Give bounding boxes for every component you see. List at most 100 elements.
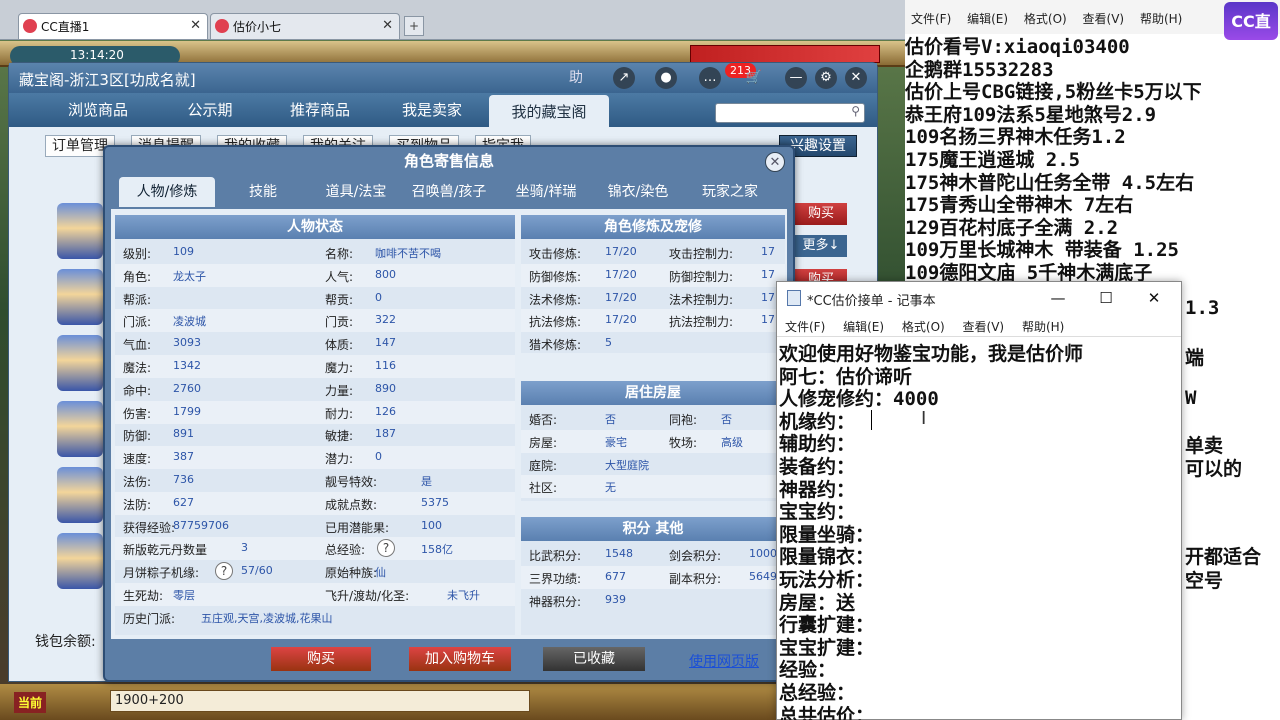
favorited-button[interactable]: 已收藏: [543, 647, 645, 671]
avatar[interactable]: [57, 203, 103, 259]
house-header: 居住房屋: [521, 381, 785, 405]
house-value: 高级: [721, 435, 743, 449]
dialog-body: 人物状态 级别: 109 名称: 咖啡不苦不喝 角色: 龙太子 人气: 800 帮派: 帮贡: 0 门…: [111, 209, 787, 639]
menu-view[interactable]: 查看(V): [963, 320, 1005, 334]
xiulian-label: 法术修炼:: [529, 292, 582, 307]
buy-button[interactable]: 购买: [795, 203, 847, 225]
menu-file[interactable]: 文件(F): [785, 320, 825, 334]
nav-public[interactable]: 公示期: [155, 93, 265, 127]
scores-row: 三界功绩: 677 副本积分: 5649: [521, 565, 785, 589]
menu-help[interactable]: 帮助(H): [1140, 12, 1182, 26]
menu-help[interactable]: 帮助(H): [1022, 320, 1064, 334]
stat-value: 187: [375, 427, 396, 441]
nav-seller[interactable]: 我是卖家: [377, 93, 487, 127]
stat-label: 已用潜能果:: [325, 520, 390, 535]
xiulian-value: 17/20: [605, 267, 637, 281]
stat-value: 未飞升: [447, 589, 480, 602]
avatar[interactable]: [57, 401, 103, 457]
gear-icon[interactable]: ⚙: [815, 67, 837, 89]
history-label: 历史门派:: [123, 611, 176, 626]
close-icon[interactable]: ✕: [190, 18, 201, 33]
stat-label: 法伤:: [123, 475, 152, 489]
overlay-text-line: 开都适合: [1185, 546, 1262, 568]
buy-button[interactable]: 购买: [271, 647, 371, 671]
stat-value: 零层: [173, 589, 195, 602]
tab-outfits[interactable]: 锦衣/染色: [595, 177, 681, 207]
stat-label: 级别:: [123, 247, 152, 261]
avatar[interactable]: [57, 269, 103, 325]
stat-value: 1799: [173, 404, 201, 418]
house-value: 豪宅: [605, 435, 627, 449]
history-value: 五庄观,天宫,凌波城,花果山: [201, 611, 333, 625]
record-icon[interactable]: ●: [655, 67, 677, 89]
minimize-icon[interactable]: —: [1035, 284, 1081, 312]
use-web-version-link[interactable]: 使用网页版: [689, 650, 759, 674]
status-row: 速度: 387 潜力: 0: [115, 446, 515, 470]
avatar[interactable]: [57, 467, 103, 523]
stat-label: 原始种族:: [325, 566, 378, 581]
new-tab-button[interactable]: +: [404, 16, 424, 36]
house-label: 婚否:: [529, 413, 558, 427]
menu-format[interactable]: 格式(O): [902, 320, 945, 334]
avatar[interactable]: [57, 533, 103, 589]
nav-browse[interactable]: 浏览商品: [43, 93, 153, 127]
share-icon[interactable]: ↗: [613, 67, 635, 89]
browser-tab-appraiser[interactable]: 估价小七 ✕: [210, 13, 400, 39]
help-icon[interactable]: ?: [215, 562, 233, 581]
notepad-text-line: 总共估价：: [779, 704, 875, 720]
help-button[interactable]: 助: [569, 67, 583, 87]
notepad-text-area[interactable]: I 欢迎使用好物鉴宝功能，我是估价师 阿七：估价谛听 人修宠修约：4000 机缘约：辅…: [777, 336, 1181, 720]
menu-edit[interactable]: 编辑(E): [967, 12, 1008, 26]
close-icon[interactable]: ✕: [765, 152, 785, 172]
maximize-icon[interactable]: ☐: [1083, 284, 1129, 312]
search-input[interactable]: ⚲: [715, 103, 865, 123]
nav-my-cbg[interactable]: 我的藏宝阁: [489, 95, 609, 127]
tab-home[interactable]: 玩家之家: [687, 177, 773, 207]
xiulian-value: 17/20: [605, 313, 637, 327]
avatar[interactable]: [57, 335, 103, 391]
status-row: 帮派: 帮贡: 0: [115, 287, 515, 310]
stat-value: 1342: [173, 359, 201, 372]
menu-edit[interactable]: 编辑(E): [843, 320, 884, 334]
xiulian-label: 抗法修炼:: [529, 315, 582, 330]
status-row: 气血: 3093 体质: 147: [115, 332, 515, 355]
notepad-menu: 文件(F) 编辑(E) 格式(O) 查看(V) 帮助(H): [777, 314, 1181, 336]
more-button[interactable]: 更多↓: [795, 235, 847, 257]
stat-label: 体质:: [325, 338, 354, 353]
stat-value: 咖啡不苦不喝: [375, 247, 441, 260]
menu-view[interactable]: 查看(V): [1083, 12, 1125, 26]
browser-tab-cc-live[interactable]: CC直播1 ✕: [18, 13, 208, 39]
overlay-text-line: 端: [1185, 347, 1205, 369]
search-icon[interactable]: ⚲: [851, 104, 860, 118]
close-icon[interactable]: ✕: [845, 67, 867, 89]
stat-value: 100: [421, 518, 442, 532]
message-icon[interactable]: …: [699, 67, 721, 89]
tab-items[interactable]: 道具/法宝: [313, 177, 399, 207]
tab-skills[interactable]: 技能: [223, 177, 303, 207]
xiulian-row: 法术修炼: 17/20 法术控制力: 17: [521, 287, 785, 310]
close-icon[interactable]: ✕: [382, 18, 393, 33]
tab-character[interactable]: 人物/修炼: [119, 177, 215, 207]
stat-value: 147: [375, 336, 396, 350]
minimize-icon[interactable]: —: [785, 67, 807, 89]
tab-pets[interactable]: 召唤兽/孩子: [403, 177, 495, 207]
menu-file[interactable]: 文件(F): [911, 12, 951, 26]
xiulian-label: 抗法控制力:: [669, 315, 734, 330]
scores-row: 比武积分: 1548 剑会积分: 1000: [521, 543, 785, 566]
overlay-text-line: 可以的: [1185, 458, 1243, 480]
channel-current[interactable]: 当前: [14, 692, 47, 713]
chat-input[interactable]: 1900+200: [110, 690, 530, 712]
status-row: 生死劫: 零层 飞升/渡劫/化圣: 未飞升: [115, 583, 515, 606]
house-label: 庭院:: [529, 458, 558, 473]
overlay-text-line: 1.3: [1185, 297, 1220, 319]
xiulian-value: 17/20: [605, 245, 637, 258]
add-to-cart-button[interactable]: 加入购物车: [409, 647, 511, 671]
stat-value: 0: [375, 450, 382, 464]
help-icon[interactable]: ?: [377, 539, 395, 558]
menu-format[interactable]: 格式(O): [1024, 12, 1067, 26]
close-icon[interactable]: ✕: [1131, 284, 1177, 312]
nav-recommend[interactable]: 推荐商品: [265, 93, 375, 127]
cart-icon[interactable]: 🛒: [743, 67, 765, 89]
tab-mounts[interactable]: 坐骑/祥瑞: [503, 177, 589, 207]
stat-value: 322: [375, 313, 396, 327]
